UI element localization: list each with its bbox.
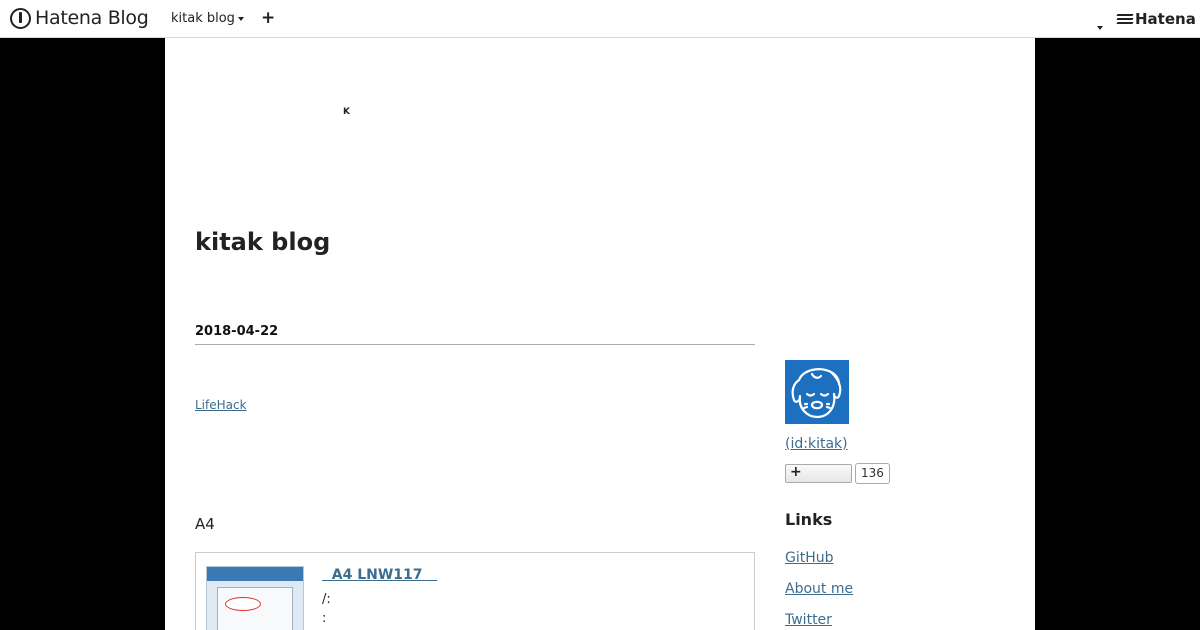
product-title-link[interactable]: A4 LNW117	[322, 567, 437, 583]
follow-button[interactable]: +	[785, 464, 852, 483]
entry-date[interactable]: 2018-04-22	[195, 324, 755, 345]
link-twitter[interactable]: Twitter	[785, 612, 832, 628]
entry-body-text: A4	[195, 515, 215, 533]
profile-id-link[interactable]: (id:kitak)	[785, 436, 848, 452]
product-embed-card[interactable]: A4 LNW117 /: :	[195, 552, 755, 630]
logo-text: Hatena Blog	[35, 7, 149, 29]
header-mark: K	[343, 107, 350, 117]
entry-category-link[interactable]: LifeHack	[195, 398, 247, 412]
product-image[interactable]	[206, 566, 304, 630]
global-header: Hatena Blog kitak blog + Hatena	[0, 0, 1200, 38]
hatena-blog-logo[interactable]: Hatena Blog	[10, 7, 149, 29]
link-github[interactable]: GitHub	[785, 550, 834, 566]
add-entry-button[interactable]: +	[261, 8, 275, 28]
hatena-brand-icon	[1116, 13, 1134, 25]
blog-title[interactable]: kitak blog	[195, 228, 330, 256]
plus-icon: +	[790, 464, 802, 480]
links-module-title: Links	[785, 510, 833, 529]
blog-menu-label: kitak blog	[171, 11, 235, 26]
blog-menu-dropdown[interactable]: kitak blog	[171, 11, 244, 26]
brand-text: Hatena	[1135, 10, 1196, 28]
user-menu-button[interactable]	[1094, 15, 1103, 34]
chevron-down-icon	[1097, 26, 1103, 30]
dog-face-icon	[791, 368, 842, 419]
profile-avatar[interactable]	[785, 360, 849, 424]
chevron-down-icon	[237, 16, 244, 21]
follower-count[interactable]: 136	[855, 463, 890, 484]
link-about-me[interactable]: About me	[785, 581, 853, 597]
product-meta-line: :	[322, 611, 327, 626]
hatena-brand-link[interactable]: Hatena	[1116, 10, 1196, 28]
hatena-logo-icon	[10, 7, 31, 29]
blog-container: K kitak blog 2018-04-22 LifeHack A4 A4 L…	[165, 38, 1035, 630]
product-meta-line: /:	[322, 592, 331, 607]
